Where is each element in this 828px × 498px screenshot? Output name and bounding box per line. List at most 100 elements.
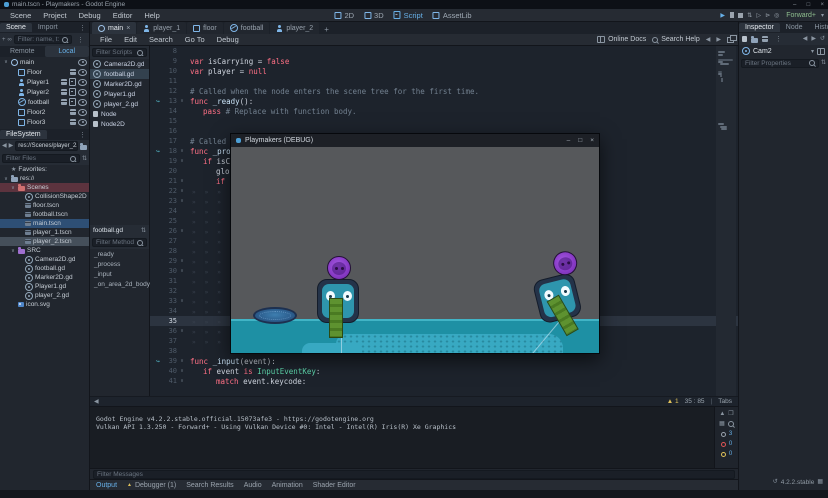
folder-icon[interactable] [80,145,87,150]
fold-caret-icon[interactable]: ∨ [178,368,186,374]
tab-node[interactable]: Node [780,23,809,32]
fs-row[interactable]: Marker2D.gd [0,273,89,282]
game-window-titlebar[interactable]: Playmakers (DEBUG) – □ × [231,134,599,147]
script-row[interactable]: Node2D [90,119,149,129]
fold-caret-icon[interactable]: ∨ [178,258,186,264]
path-forward-icon[interactable]: ▶ [9,143,14,149]
line-number[interactable]: 16 [163,127,177,135]
code-line[interactable]: 9var isCarrying = false [150,56,738,66]
fold-caret-icon[interactable]: ∨ [178,178,186,184]
line-number[interactable]: 41 [163,377,177,385]
save-resource-icon[interactable] [762,36,768,42]
warnings-indicator[interactable]: ▲ 1 [667,398,679,405]
fs-row[interactable]: football.tscn [0,210,89,219]
line-number[interactable]: 29 [163,257,177,265]
load-resource-icon[interactable] [751,38,758,43]
fs-row[interactable]: floor.tscn [0,201,89,210]
code-line[interactable]: 40∨if event is InputEventKey: [150,366,738,376]
script-menu-debug[interactable]: Debug [211,35,245,44]
scene-tab-floor[interactable]: floor [187,22,223,34]
scene-tab-player_2[interactable]: player_2 [270,22,319,34]
script-menu-file[interactable]: File [94,35,118,44]
fold-caret-icon[interactable]: ∨ [178,358,186,364]
line-number[interactable]: 26 [163,227,177,235]
indent-type[interactable]: Tabs [718,398,732,405]
remote-debug-button[interactable]: ⇅ [745,11,754,20]
code-minimap[interactable] [716,46,736,396]
window-maximize-button[interactable]: □ [807,2,811,8]
fold-caret-icon[interactable]: ∨ [178,158,186,164]
current-script-bar[interactable]: football.gd ⇅ [90,225,149,236]
path-back-icon[interactable]: ◀ [2,143,7,149]
script-row[interactable]: Marker2D.gd [90,79,149,89]
play-custom-scene-button[interactable]: ⊳ [763,11,772,20]
line-number[interactable]: 12 [163,87,177,95]
movie-maker-button[interactable]: ◎ [772,11,781,20]
scene-tab-football[interactable]: football [224,22,270,34]
method-row[interactable]: _on_area_2d_body_... [90,279,149,289]
line-number[interactable]: 39 [163,357,177,365]
fs-row[interactable]: Player1.gd [0,282,89,291]
expand-caret-icon[interactable]: ∨ [3,59,9,65]
line-number[interactable]: 18 [163,147,177,155]
eye-icon[interactable] [78,89,87,96]
console-filter-errors[interactable]: 0 [715,439,738,449]
menu-scene[interactable]: Scene [4,11,37,20]
local-button[interactable]: Local [45,46,90,57]
line-number[interactable]: 15 [163,117,177,125]
fold-caret-icon[interactable]: ∨ [178,188,186,194]
update-icon[interactable]: ↺ [773,479,778,485]
method-row[interactable]: _process [90,259,149,269]
sort-files-icon[interactable]: ⇅ [82,156,87,162]
workspace-script[interactable]: Script [394,11,423,20]
game-close-button[interactable]: × [590,137,594,144]
fold-caret-icon[interactable]: ∨ [178,298,186,304]
scene-node-row[interactable]: Player1 [0,77,89,87]
bottom-tab-shader-editor[interactable]: Shader Editor [313,482,356,489]
line-number[interactable]: 30 [163,267,177,275]
scene-node-row[interactable]: ∨main [0,57,89,67]
script-icon[interactable] [69,98,76,106]
menu-project[interactable]: Project [37,11,72,20]
line-number[interactable]: 14 [163,107,177,115]
history-back-icon[interactable]: ◀ [706,37,711,43]
engine-version[interactable]: 4.2.2.stable [781,479,815,486]
line-number[interactable]: 19 [163,157,177,165]
close-tab-icon[interactable]: × [126,25,130,32]
fs-row[interactable]: ★Favorites: [0,165,89,174]
line-number[interactable]: 13 [163,97,177,105]
fold-caret-icon[interactable]: ∨ [178,268,186,274]
pause-button[interactable] [727,11,736,20]
file-filter-input[interactable]: Filter Files [2,154,80,163]
code-line[interactable]: 14pass # Replace with function body. [150,106,738,116]
instance-scene-button[interactable]: ∞ [8,37,12,43]
bottom-tab-animation[interactable]: Animation [272,482,303,489]
eye-icon[interactable] [78,119,87,126]
eye-icon[interactable] [78,99,87,106]
film-icon[interactable] [70,119,76,125]
film-icon[interactable] [61,99,67,105]
line-number[interactable]: 32 [163,287,177,295]
fs-row[interactable]: ∨res:// [0,174,89,183]
fold-caret-icon[interactable]: ∨ [178,228,186,234]
game-viewport[interactable] [231,147,599,353]
script-row[interactable]: football.gd [90,69,149,79]
new-resource-icon[interactable] [742,36,747,42]
menu-help[interactable]: Help [138,11,165,20]
filesystem-options-icon[interactable]: ⋮ [76,131,89,139]
eye-icon[interactable] [78,109,87,116]
script-row[interactable]: Player1.gd [90,89,149,99]
method-sort-icon[interactable]: ⇅ [141,228,146,234]
expand-caret-icon[interactable]: ∨ [3,176,9,182]
grid-icon[interactable]: ▦ [817,479,823,485]
scene-node-row[interactable]: Floor2 [0,107,89,117]
property-filter-input[interactable]: Filter Properties [741,59,819,68]
fs-row[interactable]: football.gd [0,264,89,273]
scene-node-row[interactable]: football [0,97,89,107]
line-number[interactable]: 9 [163,57,177,65]
history-forward-icon[interactable]: ▶ [716,37,721,43]
fs-row[interactable]: player_2.tscn [0,237,89,246]
property-tools-icon[interactable]: ⇅ [821,60,826,66]
line-number[interactable]: 23 [163,197,177,205]
object-history-icon[interactable]: ↺ [820,36,825,42]
